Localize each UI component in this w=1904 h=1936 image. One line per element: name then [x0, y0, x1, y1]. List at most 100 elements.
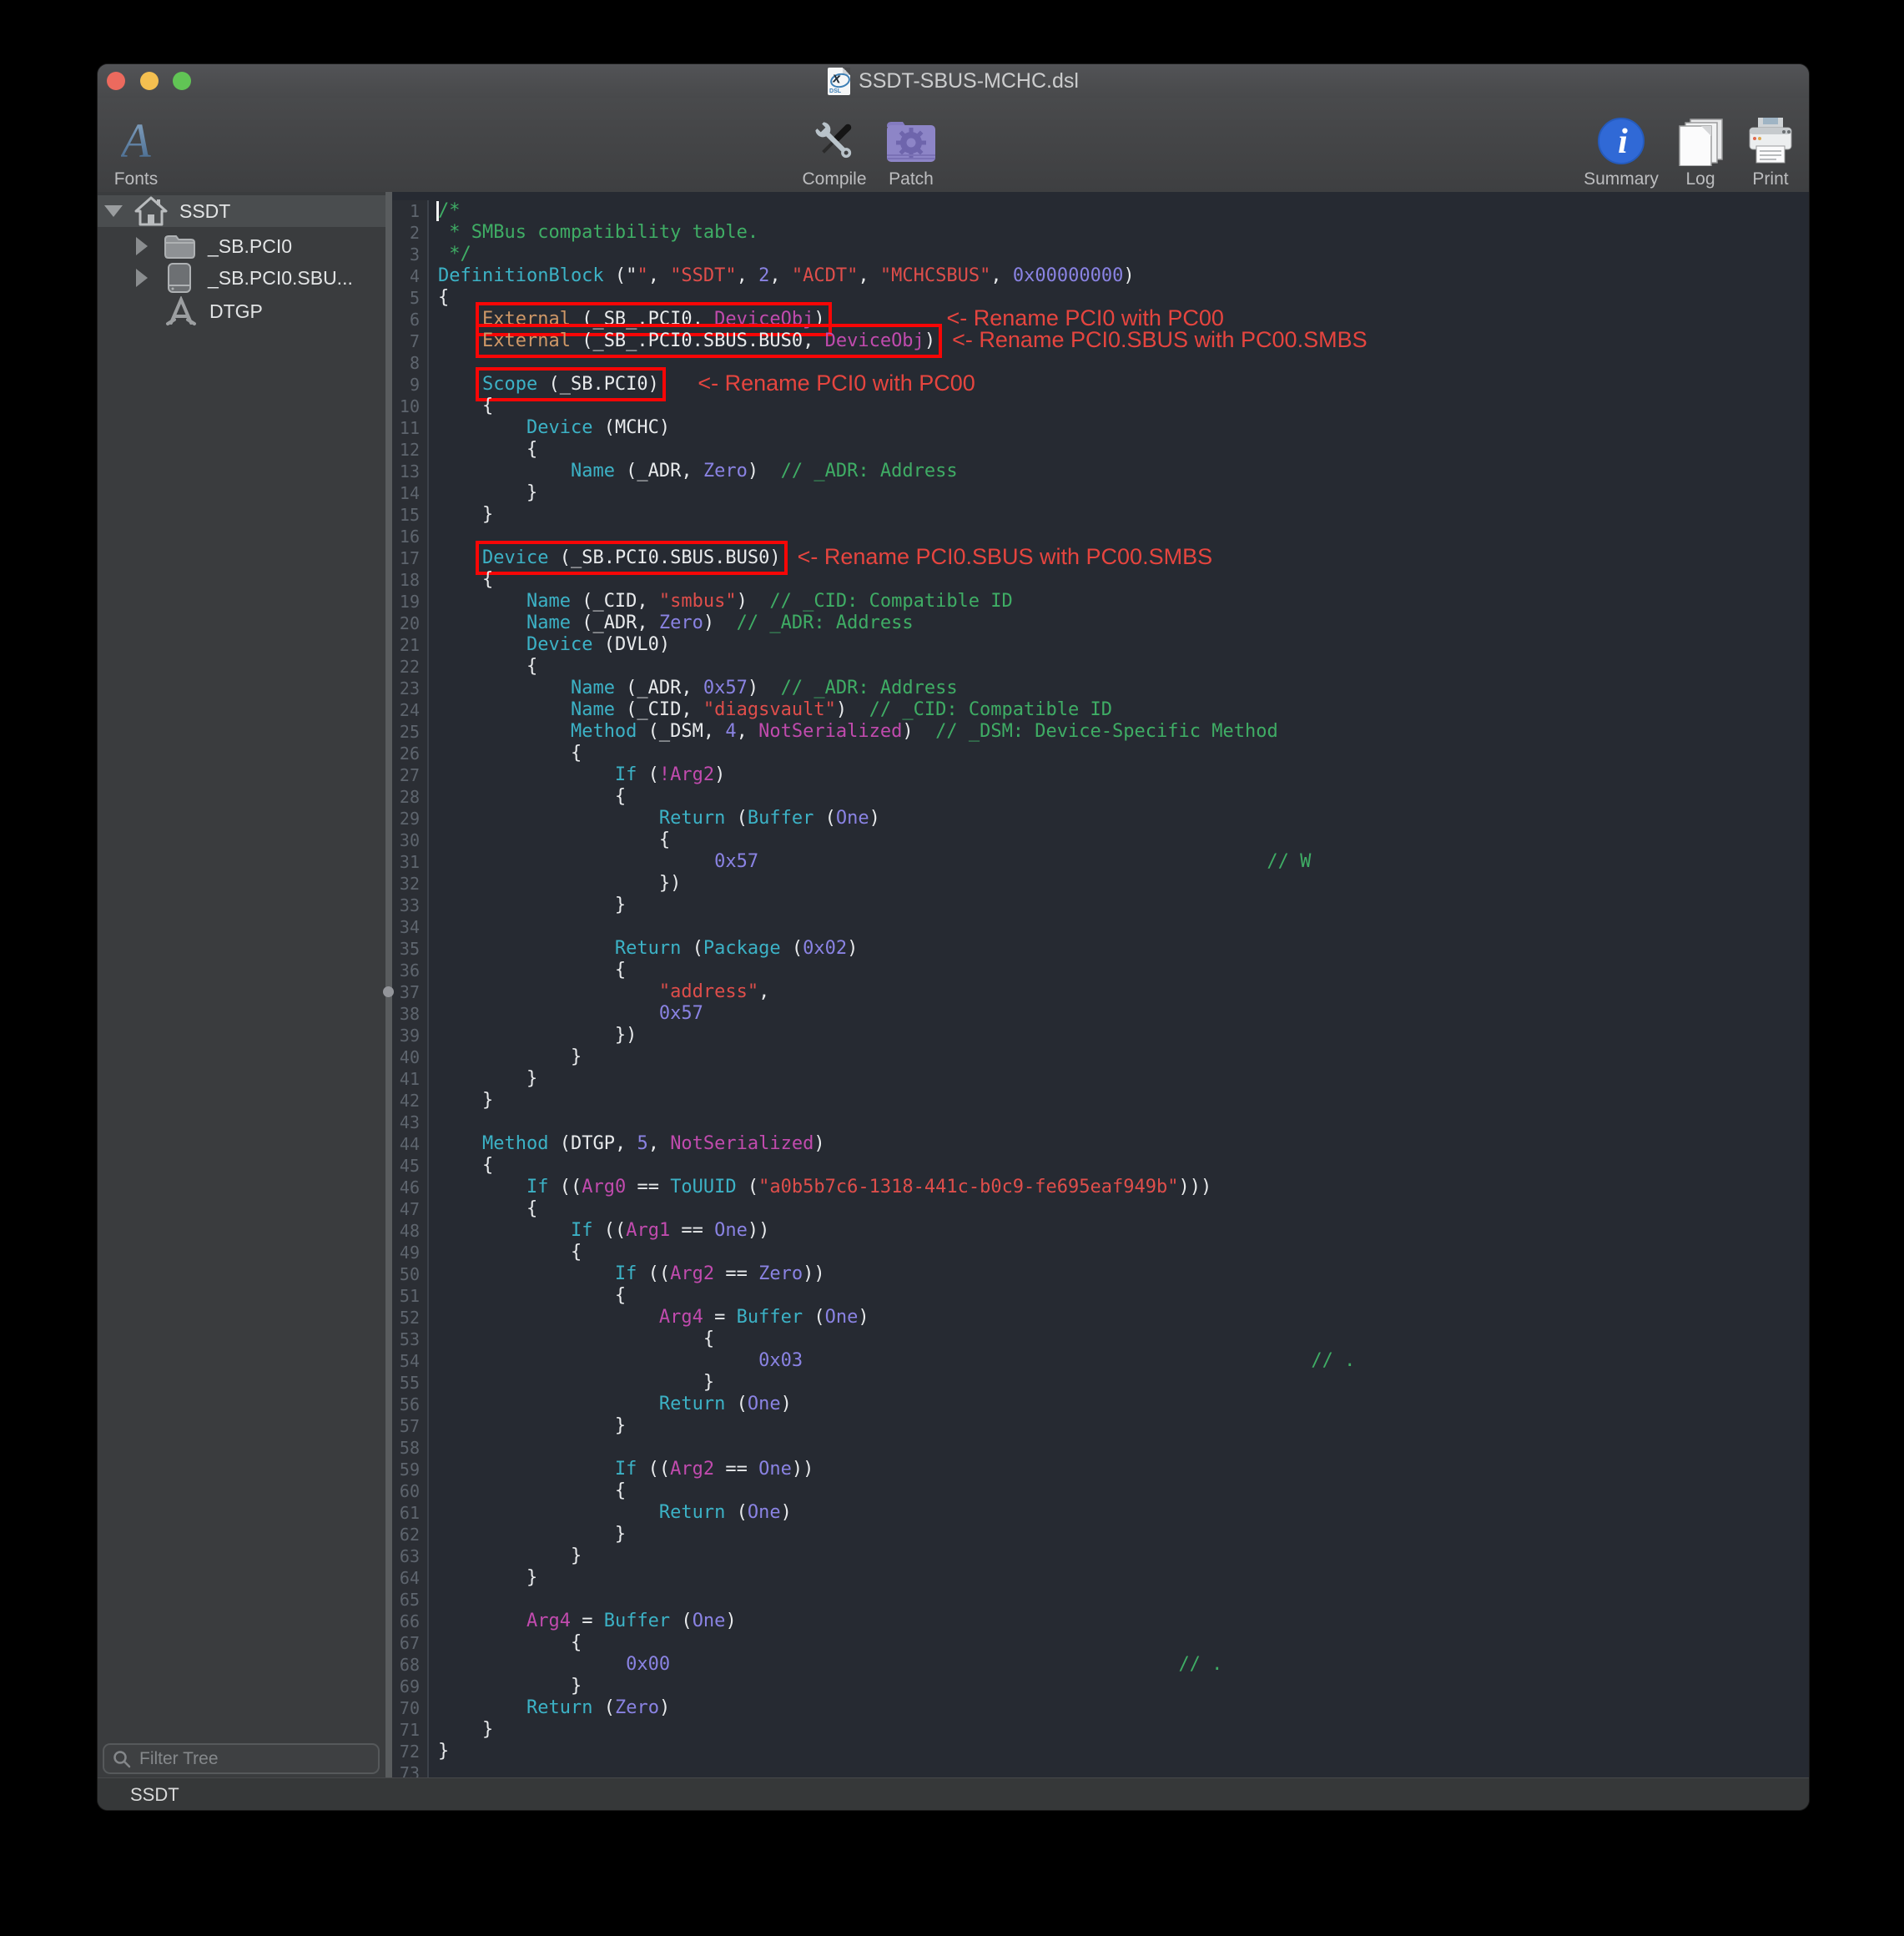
code-text: { — [429, 829, 670, 851]
print-icon — [1745, 115, 1796, 167]
line-number: 59 — [392, 1459, 429, 1480]
line-number: 38 — [392, 1003, 429, 1025]
line-number: 51 — [392, 1285, 429, 1307]
line-number: 66 — [392, 1611, 429, 1632]
code-line: 18 { — [392, 569, 1809, 591]
window-title: SSDT-SBUS-MCHC.dsl — [859, 69, 1079, 93]
code-text: 0x57 // W — [429, 851, 1311, 873]
code-text: External (_SB_.PCI0, DeviceObj)<- Rename… — [429, 309, 825, 330]
fonts-icon: A — [121, 115, 150, 167]
patch-button[interactable]: Patch — [849, 104, 974, 188]
code-text: } — [429, 504, 493, 526]
line-number: 27 — [392, 764, 429, 786]
code-text: Name (_CID, "diagsvault") // _CID: Compa… — [429, 699, 1112, 721]
code-line: 44 Method (DTGP, 5, NotSerialized) — [392, 1133, 1809, 1155]
code-text: Method (DTGP, 5, NotSerialized) — [429, 1133, 825, 1155]
code-text: { — [429, 1480, 626, 1502]
code-line: 49 { — [392, 1242, 1809, 1263]
sidebar-item-label: SSDT — [179, 200, 230, 223]
code-line: 45 { — [392, 1155, 1809, 1177]
code-text — [429, 1762, 438, 1777]
code-text: Device (_SB.PCI0.SBUS.BUS0)<- Rename PCI… — [429, 547, 781, 569]
line-number: 40 — [392, 1046, 429, 1068]
rename-annotation: <- Rename PCI0 with PC00 — [698, 372, 975, 394]
code-editor[interactable]: 1/*2 * SMBus compatibility table.3 */4De… — [392, 192, 1809, 1777]
code-text — [429, 916, 438, 938]
line-number: 45 — [392, 1155, 429, 1177]
code-line: 65 — [392, 1589, 1809, 1611]
line-number: 35 — [392, 938, 429, 960]
title-group: xDSL SSDT-SBUS-MCHC.dsl — [98, 64, 1809, 98]
code-line: 23 Name (_ADR, 0x57) // _ADR: Address — [392, 678, 1809, 699]
code-line: 70 Return (Zero) — [392, 1697, 1809, 1719]
sidebar-item-sb-pci0[interactable]: _SB.PCI0 — [98, 230, 385, 262]
code-line: 32 }) — [392, 873, 1809, 895]
chevron-down-icon[interactable] — [104, 205, 123, 217]
line-number: 36 — [392, 960, 429, 981]
line-number: 1 — [392, 200, 429, 222]
chevron-right-icon[interactable] — [136, 237, 148, 255]
folder-icon — [163, 232, 196, 260]
code-line: 53 { — [392, 1328, 1809, 1350]
code-line: 52 Arg4 = Buffer (One) — [392, 1307, 1809, 1328]
line-number: 15 — [392, 504, 429, 526]
line-number: 14 — [392, 482, 429, 504]
filter-tree-field[interactable] — [103, 1743, 380, 1774]
line-number: 68 — [392, 1654, 429, 1676]
code-text: }) — [429, 873, 681, 895]
code-line: 73 — [392, 1762, 1809, 1777]
code-line: 30 { — [392, 829, 1809, 851]
line-number: 67 — [392, 1632, 429, 1654]
code-line: 8 — [392, 352, 1809, 374]
line-number: 16 — [392, 526, 429, 547]
pane-splitter[interactable] — [385, 192, 392, 1777]
code-text: Return (One) — [429, 1502, 792, 1524]
rename-annotation: <- Rename PCI0.SBUS with PC00.SMBS — [952, 329, 1367, 350]
method-icon — [164, 297, 198, 325]
sidebar-item-label: _SB.PCI0.SBU... — [208, 267, 353, 290]
filter-tree-input[interactable] — [138, 1748, 350, 1770]
code-text: { — [429, 786, 626, 808]
code-line: 22 { — [392, 656, 1809, 678]
code-line: 19 Name (_CID, "smbus") // _CID: Compati… — [392, 591, 1809, 613]
code-text: { — [429, 743, 582, 764]
line-number: 53 — [392, 1328, 429, 1350]
line-number: 21 — [392, 634, 429, 656]
line-number: 42 — [392, 1090, 429, 1112]
code-text: } — [429, 1372, 714, 1394]
code-text: Method (_DSM, 4, NotSerialized) // _DSM:… — [429, 721, 1278, 743]
line-number: 61 — [392, 1502, 429, 1524]
code-line: 4DefinitionBlock ("", "SSDT", 2, "ACDT",… — [392, 265, 1809, 287]
line-number: 47 — [392, 1198, 429, 1220]
code-text: DefinitionBlock ("", "SSDT", 2, "ACDT", … — [429, 265, 1135, 287]
fonts-button[interactable]: A Fonts — [98, 104, 199, 188]
code-text: { — [429, 287, 449, 309]
code-line: 42 } — [392, 1090, 1809, 1112]
line-number: 23 — [392, 678, 429, 699]
code-line: 2 * SMBus compatibility table. — [392, 222, 1809, 244]
line-number: 58 — [392, 1437, 429, 1459]
print-button[interactable]: Print — [1708, 104, 1809, 188]
line-number: 50 — [392, 1263, 429, 1285]
sidebar-item-dtgp[interactable]: DTGP — [98, 295, 385, 327]
sidebar-item-sb-pci0-sbus[interactable]: _SB.PCI0.SBU... — [98, 262, 385, 294]
line-number: 12 — [392, 439, 429, 461]
code-text: Arg4 = Buffer (One) — [429, 1307, 869, 1328]
code-line: 24 Name (_CID, "diagsvault") // _CID: Co… — [392, 699, 1809, 721]
title-bar[interactable]: xDSL SSDT-SBUS-MCHC.dsl — [98, 64, 1809, 98]
code-line: 34 — [392, 916, 1809, 938]
chevron-right-icon[interactable] — [136, 269, 148, 287]
line-number: 34 — [392, 916, 429, 938]
search-icon — [113, 1750, 131, 1768]
code-text: If ((Arg1 == One)) — [429, 1220, 769, 1242]
code-line: 3 */ — [392, 244, 1809, 265]
line-number: 20 — [392, 613, 429, 634]
code-line: 64 } — [392, 1567, 1809, 1589]
line-number: 7 — [392, 330, 429, 352]
line-number: 6 — [392, 309, 429, 330]
code-text: /* — [429, 200, 461, 222]
code-line: 57 } — [392, 1415, 1809, 1437]
line-number: 3 — [392, 244, 429, 265]
sidebar-item-ssdt[interactable]: SSDT — [98, 195, 385, 227]
rename-annotation: <- Rename PCI0.SBUS with PC00.SMBS — [798, 546, 1212, 567]
